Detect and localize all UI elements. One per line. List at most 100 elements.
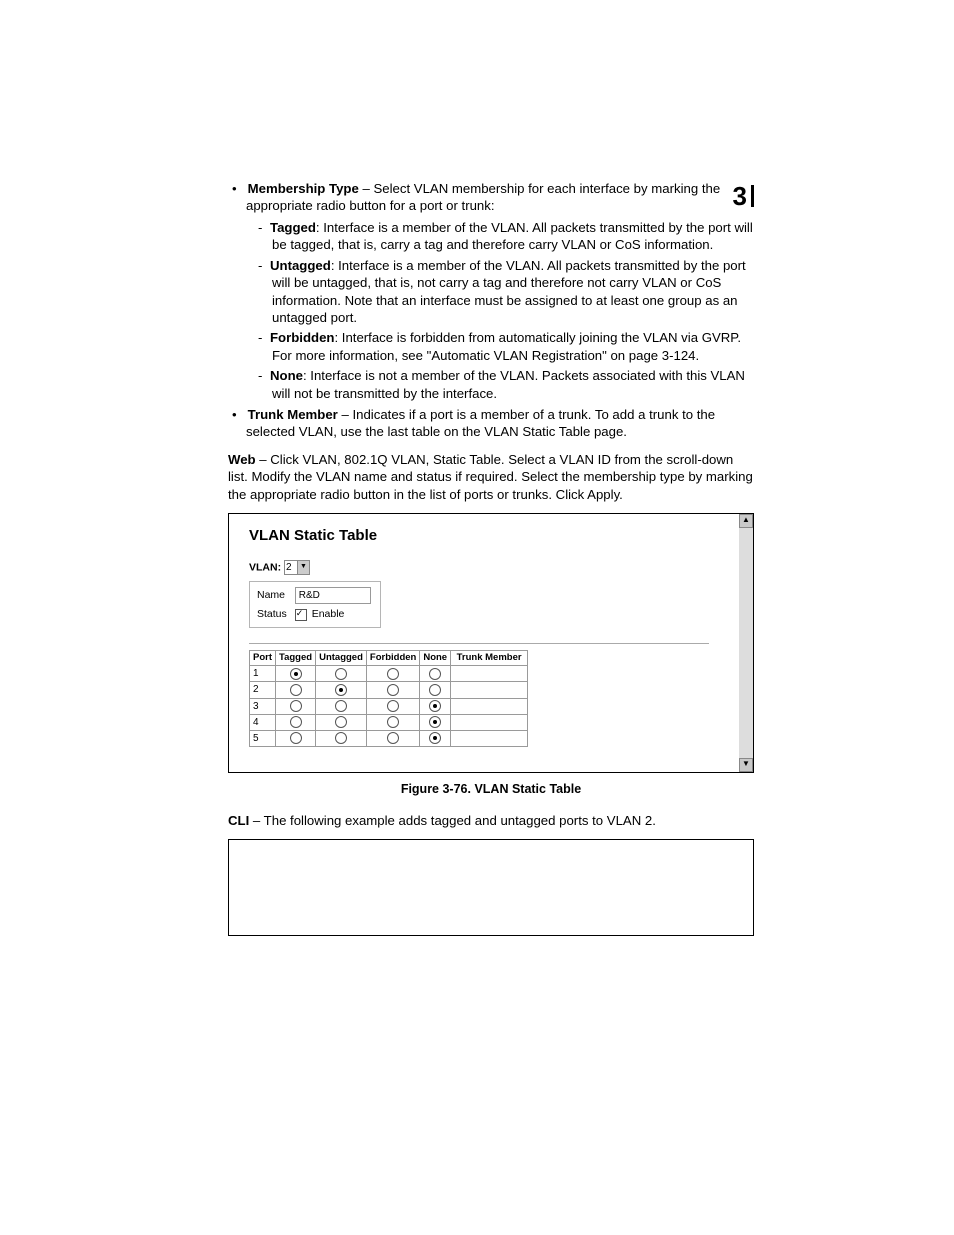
enable-label: Enable [312, 608, 345, 620]
port-cell: 3 [250, 698, 276, 714]
port-cell: 2 [250, 682, 276, 698]
figure-divider [249, 643, 709, 644]
radio-cell [276, 714, 316, 730]
port-cell: 1 [250, 666, 276, 682]
vlan-select[interactable]: 2 ▼ [284, 560, 310, 575]
radio-cell [316, 682, 367, 698]
term-membership-type: Membership Type [248, 181, 359, 196]
radio-tagged[interactable] [290, 684, 302, 696]
vlan-label: VLAN: [249, 561, 281, 573]
radio-none[interactable] [429, 716, 441, 728]
radio-cell [420, 698, 451, 714]
radio-none[interactable] [429, 732, 441, 744]
status-checkbox[interactable] [295, 609, 307, 621]
table-header: Tagged [276, 650, 316, 666]
sub-bullet-term: Untagged [270, 258, 331, 273]
table-row: 3 [250, 698, 528, 714]
sub-bullet: None: Interface is not a member of the V… [272, 367, 754, 402]
radio-cell [316, 666, 367, 682]
sub-bullet-desc: : Interface is a member of the VLAN. All… [272, 258, 746, 325]
sub-bullet: Tagged: Interface is a member of the VLA… [272, 219, 754, 254]
radio-forbidden[interactable] [387, 668, 399, 680]
figure-scrollbar[interactable]: ▲ ▼ [739, 514, 753, 772]
trunk-member-cell [451, 682, 528, 698]
table-row: 1 [250, 666, 528, 682]
body-text: Membership Type – Select VLAN membership… [228, 180, 754, 936]
sub-bullet-term: Tagged [270, 220, 316, 235]
trunk-member-cell [451, 666, 528, 682]
trunk-member-cell [451, 730, 528, 746]
port-cell: 5 [250, 730, 276, 746]
vlan-select-value: 2 [286, 562, 292, 573]
radio-untagged[interactable] [335, 684, 347, 696]
radio-untagged[interactable] [335, 668, 347, 680]
radio-none[interactable] [429, 668, 441, 680]
table-header: Untagged [316, 650, 367, 666]
status-label: Status [254, 607, 290, 623]
name-input[interactable]: R&D [295, 587, 371, 604]
radio-none[interactable] [429, 700, 441, 712]
sub-bullet-term: Forbidden [270, 330, 334, 345]
radio-cell [366, 698, 419, 714]
radio-forbidden[interactable] [387, 684, 399, 696]
radio-cell [316, 730, 367, 746]
scroll-up-icon[interactable]: ▲ [739, 514, 753, 528]
bullet-membership-type: Membership Type – Select VLAN membership… [246, 180, 754, 402]
table-row: 2 [250, 682, 528, 698]
radio-cell [420, 730, 451, 746]
sub-bullet-term: None [270, 368, 303, 383]
radio-tagged[interactable] [290, 668, 302, 680]
trunk-member-cell [451, 714, 528, 730]
radio-cell [316, 714, 367, 730]
radio-forbidden[interactable] [387, 716, 399, 728]
radio-cell [420, 682, 451, 698]
port-cell: 4 [250, 714, 276, 730]
sub-bullet-desc: : Interface is a member of the VLAN. All… [272, 220, 753, 252]
radio-cell [366, 682, 419, 698]
radio-cell [420, 714, 451, 730]
radio-untagged[interactable] [335, 700, 347, 712]
table-header: Forbidden [366, 650, 419, 666]
trunk-member-cell [451, 698, 528, 714]
radio-tagged[interactable] [290, 700, 302, 712]
radio-untagged[interactable] [335, 732, 347, 744]
radio-cell [420, 666, 451, 682]
port-table: PortTaggedUntaggedForbiddenNoneTrunk Mem… [249, 650, 528, 747]
radio-forbidden[interactable] [387, 732, 399, 744]
cli-rest: – The following example adds tagged and … [249, 813, 656, 828]
radio-tagged[interactable] [290, 732, 302, 744]
bullet-trunk-member: Trunk Member – Indicates if a port is a … [246, 406, 754, 441]
radio-tagged[interactable] [290, 716, 302, 728]
sub-bullet: Untagged: Interface is a member of the V… [272, 257, 754, 327]
table-row: 5 [250, 730, 528, 746]
radio-cell [276, 698, 316, 714]
table-header: Port [250, 650, 276, 666]
figure-title: VLAN Static Table [249, 526, 741, 546]
chevron-down-icon[interactable]: ▼ [297, 561, 309, 574]
term-trunk-member: Trunk Member [248, 407, 338, 422]
radio-cell [316, 698, 367, 714]
chapter-number: 3 [733, 185, 754, 207]
web-lead: Web [228, 452, 256, 467]
scroll-down-icon[interactable]: ▼ [739, 758, 753, 772]
radio-none[interactable] [429, 684, 441, 696]
radio-cell [276, 666, 316, 682]
radio-cell [276, 682, 316, 698]
sub-bullet-desc: : Interface is not a member of the VLAN.… [272, 368, 745, 400]
radio-cell [276, 730, 316, 746]
cli-example-box [228, 839, 754, 936]
figure-screenshot: ▲ ▼ VLAN Static Table VLAN: 2 ▼ Name R&D [228, 513, 754, 773]
cli-lead: CLI [228, 813, 249, 828]
table-header: Trunk Member [451, 650, 528, 666]
web-rest: – Click VLAN, 802.1Q VLAN, Static Table.… [228, 452, 753, 502]
radio-cell [366, 666, 419, 682]
radio-forbidden[interactable] [387, 700, 399, 712]
web-paragraph: Web – Click VLAN, 802.1Q VLAN, Static Ta… [228, 451, 754, 503]
radio-untagged[interactable] [335, 716, 347, 728]
figure-caption: Figure 3-76. VLAN Static Table [228, 781, 754, 798]
sub-bullet: Forbidden: Interface is forbidden from a… [272, 329, 754, 364]
name-label: Name [254, 586, 290, 605]
radio-cell [366, 730, 419, 746]
sub-bullet-desc: : Interface is forbidden from automatica… [272, 330, 741, 362]
table-row: 4 [250, 714, 528, 730]
